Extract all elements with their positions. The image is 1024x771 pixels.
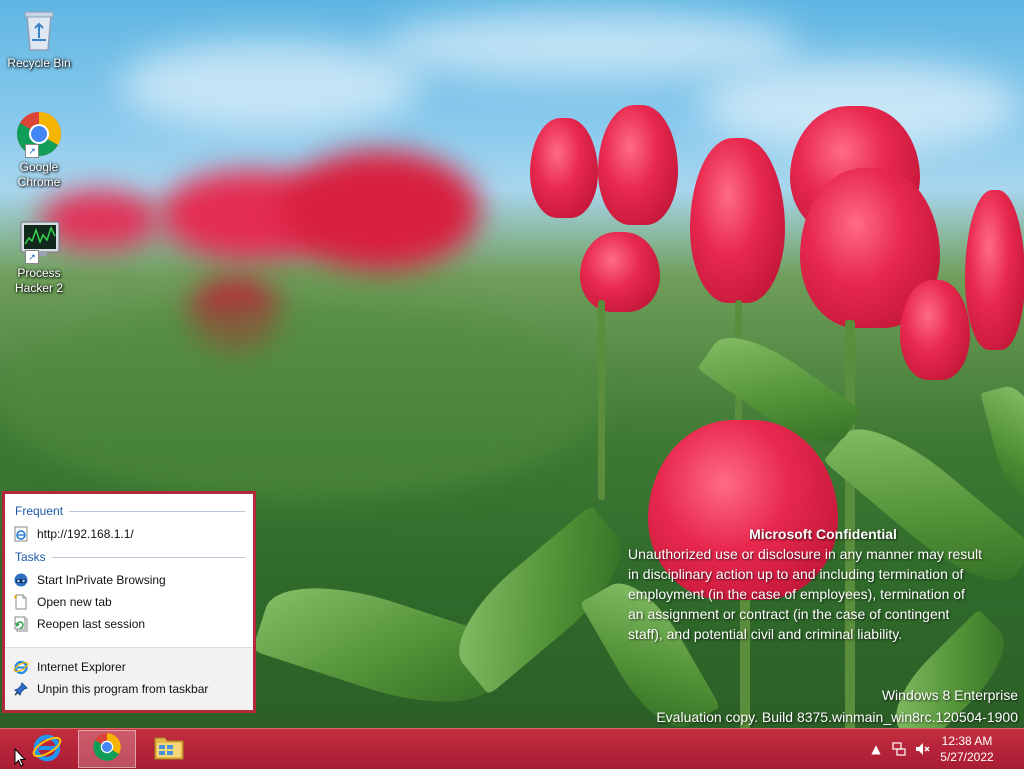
internet-explorer-icon [13, 659, 29, 675]
chrome-icon [92, 732, 122, 766]
jump-list-pinned-actions: Internet Explorer Unpin this program fro… [5, 647, 253, 710]
shortcut-arrow-icon: ↗ [25, 144, 39, 158]
jump-list-panel: Frequent http://192.168.1.1/ Tasks Start… [5, 494, 253, 710]
network-icon[interactable] [891, 741, 907, 757]
desktop-icon-label: Google Chrome [17, 160, 61, 189]
taskbar-button-google-chrome[interactable] [78, 730, 136, 768]
desktop: Recycle Bin ↗ Google Chrome ↗ Process Ha… [0, 0, 1024, 728]
tulip [530, 118, 598, 218]
jump-list-item-label: Start InPrivate Browsing [37, 573, 166, 587]
watermark-line: in disciplinary action up to and includi… [628, 566, 964, 582]
leaf [980, 380, 1024, 510]
watermark-title: Microsoft Confidential [749, 526, 897, 542]
desktop-icon-label: Process Hacker 2 [14, 266, 64, 295]
header-divider [69, 510, 245, 512]
cloud-decoration [380, 10, 800, 80]
jump-list-item-label: Internet Explorer [37, 660, 126, 674]
clock-time: 12:38 AM [941, 734, 993, 748]
jump-list-item-new-tab[interactable]: Open new tab [13, 592, 245, 612]
tasks-header-label: Tasks [15, 550, 46, 564]
chrome-icon: ↗ [15, 110, 63, 158]
frequent-header: Frequent [15, 504, 245, 518]
jump-list-item-label: Unpin this program from taskbar [37, 682, 209, 696]
watermark-line: employment (in the case of employees), t… [628, 586, 965, 602]
ie-jump-list: Frequent http://192.168.1.1/ Tasks Start… [2, 491, 256, 713]
windows-version-info: Windows 8 Enterprise Evaluation copy. Bu… [656, 684, 1018, 728]
tulip [580, 232, 660, 312]
new-tab-icon [13, 594, 29, 610]
taskbar: ▲ 12:38 AM 5/27/2022 [0, 728, 1024, 769]
volume-muted-icon[interactable] [914, 741, 930, 757]
field-blur [0, 300, 600, 500]
file-explorer-icon [153, 732, 185, 766]
jump-list-item-reopen-session[interactable]: Reopen last session [13, 614, 245, 634]
shortcut-arrow-icon: ↗ [25, 250, 39, 264]
desktop-icon-google-chrome[interactable]: ↗ Google Chrome [4, 110, 74, 190]
tulip [900, 280, 970, 380]
jump-list-item-unpin[interactable]: Unpin this program from taskbar [13, 679, 245, 699]
reopen-session-icon [13, 616, 29, 632]
desktop-icon-process-hacker[interactable]: ↗ Process Hacker 2 [4, 216, 74, 296]
watermark-line: Unauthorized use or disclosure in any ma… [628, 546, 983, 562]
jump-list-item-internet-explorer[interactable]: Internet Explorer [13, 657, 245, 677]
inprivate-icon [13, 572, 29, 588]
stem [598, 300, 605, 500]
jump-list-item-label: Open new tab [37, 595, 112, 609]
show-hidden-icons-icon[interactable]: ▲ [868, 741, 884, 757]
cloud-decoration [120, 40, 420, 130]
jump-list-item-inprivate[interactable]: Start InPrivate Browsing [13, 570, 245, 590]
confidential-watermark: Microsoft Confidential Unauthorized use … [628, 524, 1018, 644]
internet-explorer-icon [31, 731, 63, 767]
desktop-icon-recycle-bin[interactable]: Recycle Bin [4, 6, 74, 71]
ie-page-icon [13, 526, 29, 542]
jump-list-item-frequent-url[interactable]: http://192.168.1.1/ [13, 524, 245, 544]
tulip [965, 190, 1024, 350]
desktop-icon-label: Recycle Bin [7, 56, 71, 70]
watermark-line: staff), and potential civil and criminal… [628, 626, 903, 642]
jump-list-item-label: Reopen last session [37, 617, 146, 631]
system-clock[interactable]: 12:38 AM 5/27/2022 [932, 733, 1002, 765]
tulip [598, 105, 678, 225]
build-string: Evaluation copy. Build 8375.winmain_win8… [656, 709, 1018, 725]
frequent-header-label: Frequent [15, 504, 64, 518]
tulip [690, 138, 785, 303]
windows-edition: Windows 8 Enterprise [881, 687, 1018, 703]
unpin-icon [13, 681, 29, 697]
process-hacker-icon: ↗ [15, 216, 63, 264]
taskbar-button-internet-explorer[interactable] [18, 730, 76, 768]
tulip-blur [280, 150, 480, 270]
taskbar-button-file-explorer[interactable] [140, 730, 198, 768]
watermark-line: an assignment or contract (in the case o… [628, 606, 950, 622]
recycle-bin-icon [15, 6, 63, 54]
header-divider [51, 556, 245, 558]
jump-list-item-label: http://192.168.1.1/ [37, 527, 134, 541]
clock-date: 5/27/2022 [940, 750, 994, 764]
tasks-header: Tasks [15, 550, 245, 564]
